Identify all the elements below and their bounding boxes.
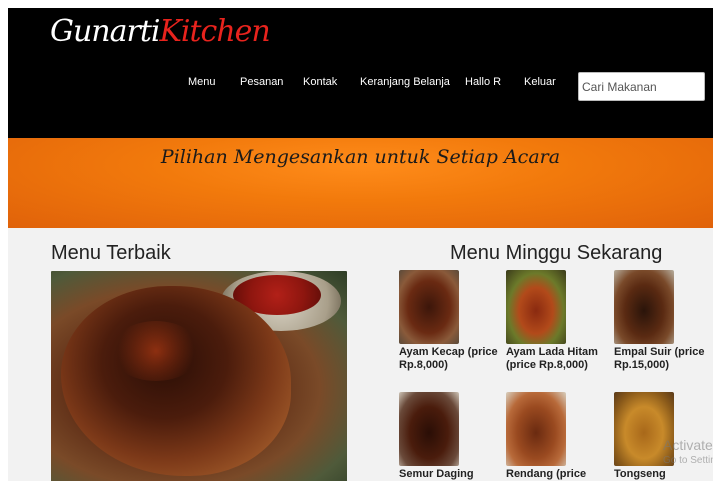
menu-card-label[interactable]: Empal Suir (price Rp.15,000) — [614, 346, 713, 372]
nav-item-pesanan[interactable]: Pesanan — [240, 76, 283, 88]
menu-card-image[interactable] — [399, 270, 459, 344]
nav-item-hallo-user[interactable]: Hallo R — [465, 76, 501, 88]
nav-item-kontak[interactable]: Kontak — [303, 76, 337, 88]
menu-card-label[interactable]: Ayam Lada Hitam (price Rp.8,000) — [506, 346, 610, 372]
best-menu-heading: Menu Terbaik — [51, 242, 171, 264]
menu-card-label[interactable]: Rendang (price — [506, 468, 610, 481]
logo-text-kitchen: Kitchen — [159, 14, 270, 49]
main-content: Menu Terbaik Menu Minggu Sekarang Ayam K… — [8, 228, 713, 481]
menu-card-image[interactable] — [614, 270, 674, 344]
chicken-glaze — [111, 321, 201, 381]
menu-card-image[interactable] — [399, 392, 459, 466]
site-header: GunartiKitchen Menu Pesanan Kontak Keran… — [8, 8, 713, 138]
best-menu-image[interactable] — [51, 271, 347, 481]
browser-viewport: GunartiKitchen Menu Pesanan Kontak Keran… — [8, 8, 713, 481]
nav-item-keranjang-belanja[interactable]: Keranjang Belanja — [360, 76, 450, 88]
menu-card-label[interactable]: Semur Daging — [399, 468, 503, 481]
search-input[interactable] — [578, 72, 705, 101]
watermark-line2: Go to Setting — [663, 455, 713, 466]
menu-card-image[interactable] — [506, 270, 566, 344]
grilled-chicken — [61, 286, 291, 476]
menu-card-label[interactable]: Tongseng — [614, 468, 713, 481]
menu-card-label[interactable]: Ayam Kecap (price Rp.8,000) — [399, 346, 503, 372]
banner-tagline: Pilihan Mengesankan untuk Setiap Acara — [160, 146, 561, 168]
nav-item-menu[interactable]: Menu — [188, 76, 216, 88]
windows-activation-watermark: Activate V Go to Setting — [663, 437, 713, 469]
watermark-line1: Activate V — [663, 437, 713, 453]
logo-text-gunarti: Gunarti — [50, 14, 160, 49]
nav-item-keluar[interactable]: Keluar — [524, 76, 556, 88]
menu-card-image[interactable] — [506, 392, 566, 466]
hero-banner: Pilihan Mengesankan untuk Setiap Acara — [8, 138, 713, 228]
weekly-menu-heading: Menu Minggu Sekarang — [450, 242, 663, 264]
site-logo[interactable]: GunartiKitchen — [50, 14, 271, 49]
